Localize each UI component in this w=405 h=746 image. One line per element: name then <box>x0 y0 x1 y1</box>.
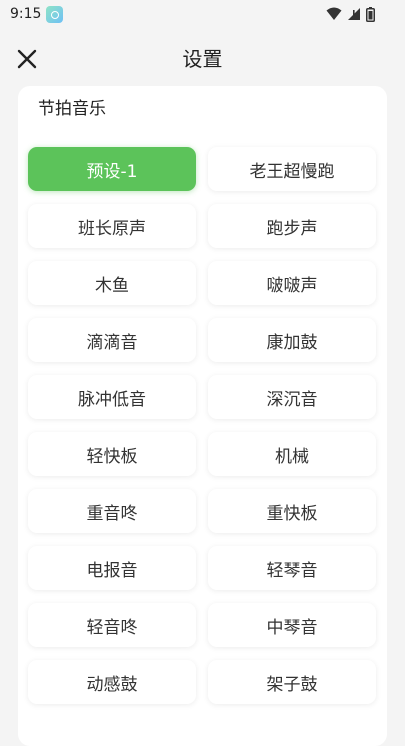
beat-option-button[interactable]: 跑步声 <box>208 204 376 248</box>
beat-option-button[interactable]: 老王超慢跑 <box>208 147 376 191</box>
beat-option-button[interactable]: 康加鼓 <box>208 318 376 362</box>
nav-bar: 设置 <box>0 30 405 84</box>
beat-option-button[interactable]: 预设-1 <box>28 147 196 191</box>
beat-option-button[interactable]: 轻音咚 <box>28 603 196 647</box>
beat-option-button[interactable]: 轻快板 <box>28 432 196 476</box>
beat-option-button[interactable]: 深沉音 <box>208 375 376 419</box>
beat-option-button[interactable]: 轻琴音 <box>208 546 376 590</box>
signal-icon <box>348 8 360 20</box>
page-title: 设置 <box>182 47 223 71</box>
beat-option-button[interactable]: 脉冲低音 <box>28 375 196 419</box>
beat-option-button[interactable]: 重快板 <box>208 489 376 533</box>
app-notification-icon <box>46 6 63 23</box>
beat-option-button[interactable]: 架子鼓 <box>208 660 376 704</box>
status-time: 9:15 <box>10 6 42 22</box>
beat-option-button[interactable]: 滴滴音 <box>28 318 196 362</box>
status-bar: 9:15 <box>0 0 405 30</box>
beat-option-button[interactable]: 机械 <box>208 432 376 476</box>
beat-option-button[interactable]: 重音咚 <box>28 489 196 533</box>
beat-option-button[interactable]: 电报音 <box>28 546 196 590</box>
beat-option-button[interactable]: 中琴音 <box>208 603 376 647</box>
beat-music-options: 预设-1 老王超慢跑 班长原声 跑步声 木鱼 啵啵声 滴滴音 康加鼓 脉冲低音 深沉音 轻快板 机械重… <box>28 147 377 704</box>
beat-music-card: 节拍音乐 预设-1 老王超慢跑 班长原声 跑步声 木鱼 啵啵声 滴滴音 康加鼓 脉冲低音 深沉音轻… <box>18 86 387 746</box>
status-icons <box>326 6 375 22</box>
battery-icon <box>366 6 375 22</box>
section-title: 节拍音乐 <box>38 99 106 119</box>
beat-option-button[interactable]: 啵啵声 <box>208 261 376 305</box>
beat-option-button[interactable]: 班长原声 <box>28 204 196 248</box>
wifi-icon <box>326 7 342 20</box>
beat-option-button[interactable]: 木鱼 <box>28 261 196 305</box>
beat-option-button[interactable]: 动感鼓 <box>28 660 196 704</box>
